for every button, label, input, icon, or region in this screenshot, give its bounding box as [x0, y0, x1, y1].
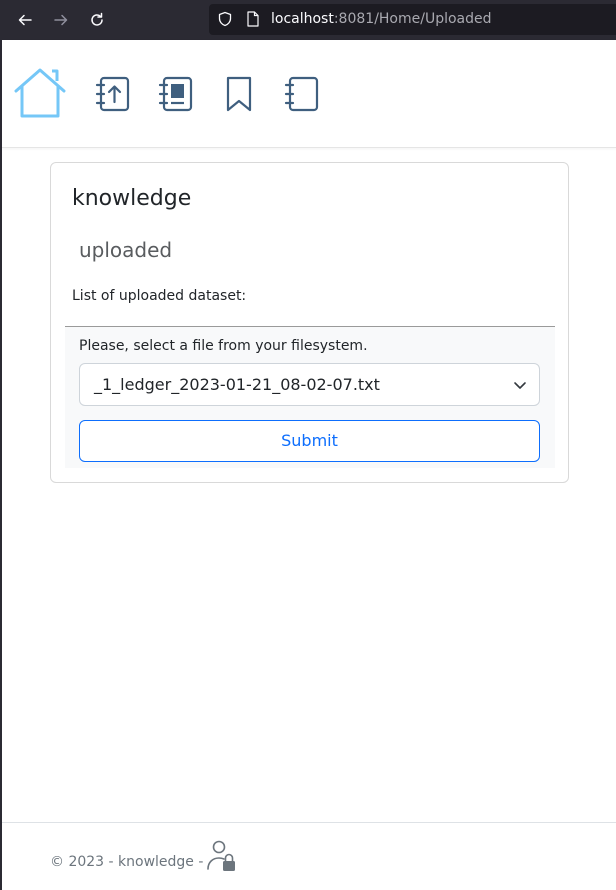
forward-arrow-icon	[54, 14, 68, 26]
form-hint: Please, select a file from your filesyst…	[79, 338, 368, 354]
window-edge	[0, 40, 2, 890]
file-select-form: Please, select a file from your filesyst…	[65, 326, 555, 468]
chevron-down-icon	[514, 382, 526, 389]
home-icon[interactable]	[12, 67, 68, 119]
app-navbar	[2, 40, 616, 148]
forward-button[interactable]	[49, 8, 73, 32]
reload-icon	[91, 12, 103, 26]
reload-button[interactable]	[85, 8, 109, 32]
page-icon	[247, 11, 259, 27]
back-arrow-icon	[18, 14, 32, 26]
shield-icon[interactable]	[217, 11, 233, 27]
user-lock-icon[interactable]	[204, 839, 238, 873]
card-subtitle: uploaded	[79, 238, 173, 262]
bookmark-icon[interactable]	[222, 76, 256, 112]
uploaded-card: knowledge uploaded List of uploaded data…	[50, 162, 569, 483]
uploaded-list-label: List of uploaded dataset:	[72, 288, 247, 304]
url-path: :8081/Home/Uploaded	[333, 11, 492, 27]
card-title: knowledge	[72, 186, 192, 211]
url-host: localhost	[271, 11, 334, 27]
notebook-filled-icon[interactable]	[158, 76, 194, 112]
footer-copyright: © 2023 - knowledge -	[50, 854, 204, 870]
notebook-upload-icon[interactable]	[95, 76, 131, 112]
file-select-dropdown[interactable]: _1_ledger_2023-01-21_08-02-07.txt	[79, 363, 540, 406]
address-bar[interactable]: localhost:8081/Home/Uploaded	[209, 4, 616, 35]
footer: © 2023 - knowledge -	[2, 822, 616, 890]
browser-toolbar: localhost:8081/Home/Uploaded	[0, 0, 616, 40]
notebook-icon[interactable]	[284, 76, 320, 112]
url-text[interactable]: localhost:8081/Home/Uploaded	[271, 11, 492, 27]
submit-button[interactable]: Submit	[79, 420, 540, 462]
selected-file: _1_ledger_2023-01-21_08-02-07.txt	[94, 375, 380, 394]
back-button[interactable]	[13, 8, 37, 32]
